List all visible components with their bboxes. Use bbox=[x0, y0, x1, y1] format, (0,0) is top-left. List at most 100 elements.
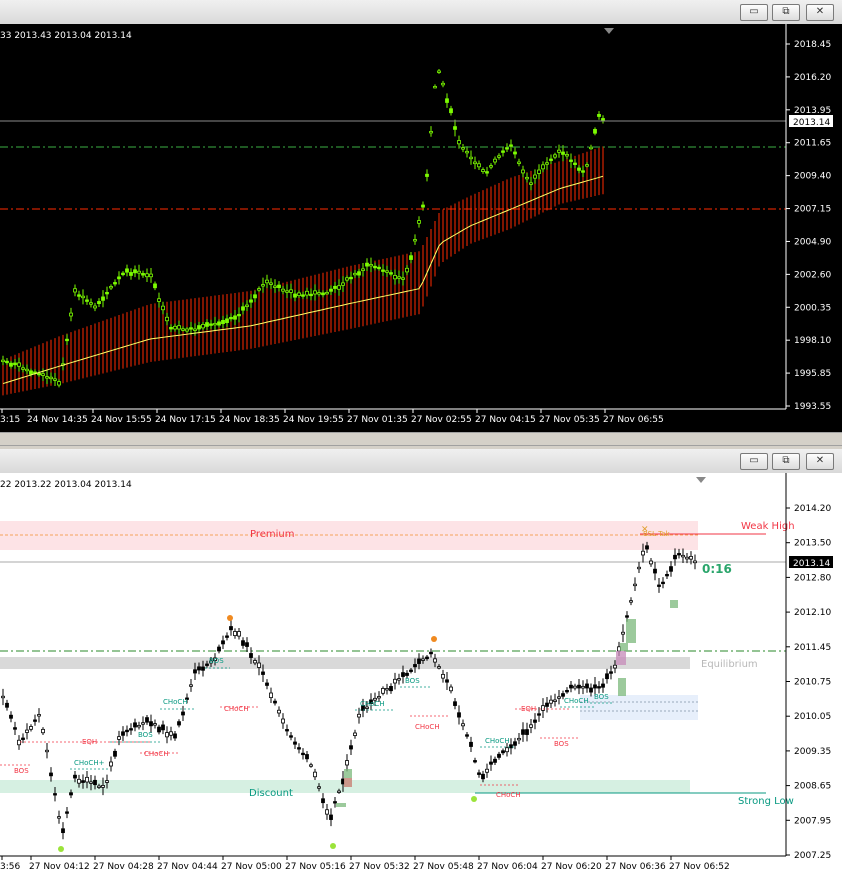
candle-body bbox=[357, 271, 361, 276]
candle-body bbox=[169, 326, 173, 330]
candle-body bbox=[161, 724, 165, 731]
structure-label-bos: BOS bbox=[405, 677, 420, 685]
candle-body bbox=[373, 265, 377, 269]
candle-body bbox=[209, 323, 213, 326]
candle-body bbox=[485, 171, 489, 174]
candle-body bbox=[173, 325, 177, 330]
close-button[interactable]: ✕ bbox=[806, 453, 834, 470]
candle-body bbox=[505, 147, 509, 150]
y-tick-label: 2018.45 bbox=[794, 40, 831, 50]
x-tick-label: 27 Nov 05:16 bbox=[285, 862, 346, 872]
candle-body bbox=[465, 734, 469, 737]
candle-body bbox=[513, 741, 517, 746]
x-tick-label: 27 Nov 06:55 bbox=[603, 415, 664, 425]
candle-body bbox=[601, 683, 605, 688]
candle-body bbox=[105, 780, 109, 783]
candle-body bbox=[185, 328, 189, 332]
candle-body bbox=[477, 772, 481, 775]
candle-body bbox=[109, 286, 113, 289]
candle-body bbox=[541, 164, 545, 170]
bottom-chart-window: ▭ ⧉ ✕ BOS CHoCH+ EQH BOS CHoCH CHoCH BOS CHoCH C… bbox=[0, 449, 842, 879]
candle-body bbox=[181, 711, 185, 716]
candle-body bbox=[265, 682, 269, 686]
candle-body bbox=[45, 376, 49, 379]
candle-body bbox=[49, 772, 53, 777]
candle-body bbox=[317, 786, 321, 789]
candle-body bbox=[269, 692, 273, 699]
order-block bbox=[626, 619, 636, 643]
structure-label-choch_plus: CHoCH+ bbox=[74, 759, 105, 767]
minimize-button[interactable]: ▭ bbox=[740, 453, 768, 470]
candle-body bbox=[253, 660, 257, 664]
candle-body bbox=[5, 702, 9, 708]
candle-body bbox=[529, 182, 533, 185]
candle-body bbox=[689, 555, 693, 560]
candle-body bbox=[5, 360, 9, 364]
x-tick-label: 24 Nov 19:55 bbox=[283, 415, 344, 425]
candle-body bbox=[301, 294, 305, 297]
candle-body bbox=[113, 750, 117, 757]
candle-body bbox=[549, 699, 553, 704]
candle-body bbox=[229, 626, 233, 631]
candle-body bbox=[293, 741, 297, 745]
candle-body bbox=[521, 729, 525, 735]
restore-button[interactable]: ⧉ bbox=[772, 4, 800, 21]
x-tick-label: 27 Nov 05:32 bbox=[349, 862, 410, 872]
candle-body bbox=[1, 359, 5, 363]
candle-body bbox=[317, 292, 321, 295]
x-tick-label: 27 Nov 04:12 bbox=[29, 862, 90, 872]
candle-body bbox=[285, 729, 289, 732]
candle-body bbox=[457, 140, 461, 145]
window-separator[interactable] bbox=[0, 432, 842, 446]
candle-body bbox=[605, 673, 609, 680]
candle-body bbox=[677, 553, 681, 556]
candle-body bbox=[253, 294, 257, 299]
candle-body bbox=[25, 729, 29, 733]
candle-body bbox=[621, 631, 625, 635]
candle-body bbox=[369, 264, 373, 267]
candle-body bbox=[257, 662, 261, 668]
candle-body bbox=[41, 728, 45, 734]
candle-body bbox=[141, 273, 145, 276]
candle-body bbox=[489, 761, 493, 765]
candle-body bbox=[585, 164, 589, 167]
top-chart-area[interactable]: 2018.45 2016.20 2013.95 2011.65 2009.40 2007.… bbox=[0, 24, 842, 432]
candle-body bbox=[441, 82, 445, 86]
bottom-chart-area[interactable]: BOS CHoCH+ EQH BOS CHoCH CHoCH BOS CHoCH CHoCH BO… bbox=[0, 473, 842, 879]
candle-body bbox=[53, 378, 57, 381]
candle-body bbox=[309, 764, 313, 767]
candle-body bbox=[181, 328, 185, 331]
candle-body bbox=[321, 798, 325, 804]
structure-label-bos: BOS bbox=[554, 740, 569, 748]
candle-body bbox=[377, 696, 381, 699]
restore-button[interactable]: ⧉ bbox=[772, 453, 800, 470]
candle-body bbox=[685, 556, 689, 560]
candle-body bbox=[305, 754, 309, 760]
candle-body bbox=[365, 262, 369, 267]
candle-body bbox=[41, 373, 45, 376]
close-button[interactable]: ✕ bbox=[806, 4, 834, 21]
candle-body bbox=[409, 255, 413, 260]
candle-body bbox=[549, 158, 553, 161]
candle-body bbox=[453, 126, 457, 130]
candle-body bbox=[33, 719, 37, 722]
x-tick-label: 24 Nov 15:55 bbox=[91, 415, 152, 425]
y-tick-label: 2002.60 bbox=[794, 270, 831, 280]
minimize-button[interactable]: ▭ bbox=[740, 4, 768, 21]
swing-high-dot bbox=[227, 615, 233, 621]
candle-body bbox=[377, 266, 381, 270]
candle-body bbox=[405, 672, 409, 676]
y-tick-label: 1993.55 bbox=[794, 402, 831, 412]
candle-body bbox=[533, 174, 537, 179]
candle-body bbox=[453, 701, 457, 706]
candle-body bbox=[417, 220, 421, 224]
candle-body bbox=[553, 699, 557, 702]
candle-body bbox=[473, 161, 477, 165]
candle-body bbox=[401, 672, 405, 677]
y-tick-label: 2010.05 bbox=[794, 712, 831, 722]
candle-body bbox=[233, 631, 237, 637]
y-tick-label: 2008.65 bbox=[794, 782, 831, 792]
candle-body bbox=[501, 150, 505, 153]
candle-body bbox=[49, 376, 53, 380]
candle-body bbox=[597, 686, 601, 689]
